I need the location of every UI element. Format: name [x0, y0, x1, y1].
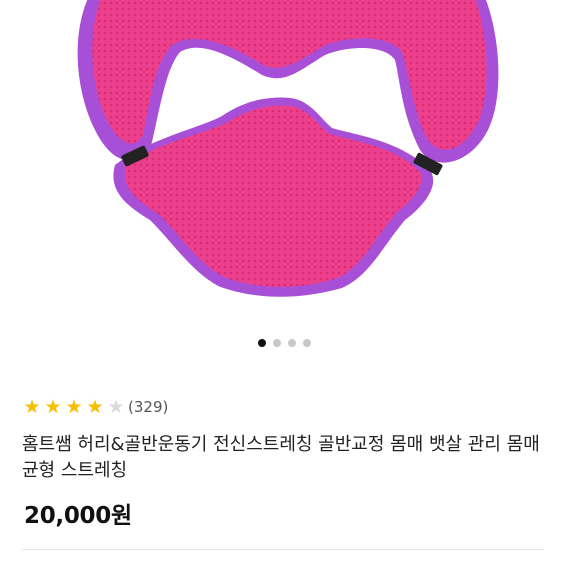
carousel-pager	[0, 339, 568, 347]
product-photo	[77, 0, 499, 297]
rating-stars: ★ ★ ★ ★ ★	[22, 396, 126, 418]
star-filled-icon: ★	[44, 396, 62, 418]
star-filled-icon: ★	[23, 396, 41, 418]
lower-cushion-mesh	[124, 105, 422, 287]
product-price: 20,000원	[24, 503, 132, 529]
rating-row[interactable]: ★ ★ ★ ★ ★ (329)	[22, 396, 168, 418]
carousel-dot-active[interactable]	[257, 339, 266, 347]
carousel-dot[interactable]	[302, 339, 311, 347]
star-empty-icon: ★	[107, 396, 125, 418]
star-filled-icon: ★	[65, 396, 83, 418]
product-title: 홈트쌤 허리&골반운동기 전신스트레칭 골반교정 몸매 뱃살 관리 몸매균형 스…	[22, 434, 540, 481]
carousel-dot[interactable]	[272, 339, 281, 347]
review-count[interactable]: (329)	[128, 398, 168, 416]
divider	[22, 549, 544, 550]
carousel-dot[interactable]	[287, 339, 296, 347]
product-image[interactable]	[0, 0, 568, 330]
star-filled-icon: ★	[86, 396, 104, 418]
